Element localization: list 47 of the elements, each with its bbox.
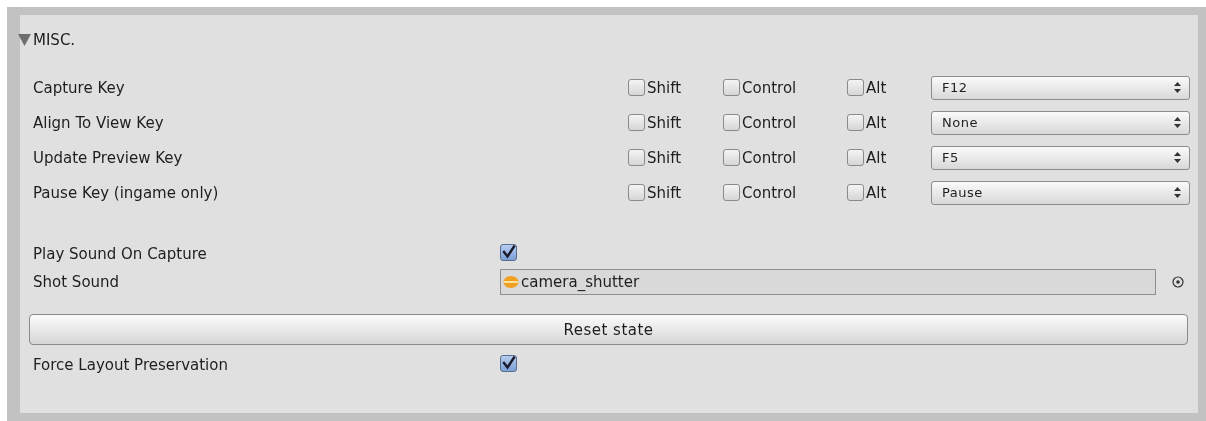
key-dropdown[interactable]: F5 (931, 145, 1190, 170)
checkbox-label: Shift (647, 78, 682, 97)
object-picker-icon[interactable] (1172, 276, 1184, 288)
checkbox[interactable] (628, 79, 645, 96)
checkbox[interactable] (847, 149, 864, 166)
key-dropdown[interactable]: F12 (931, 75, 1190, 100)
key-dropdown[interactable]: None (931, 110, 1190, 135)
checkbox-label: Alt (866, 148, 887, 167)
checkbox[interactable] (628, 184, 645, 201)
checkbox-label: Control (742, 183, 797, 202)
checkbox[interactable] (500, 244, 517, 261)
checkbox-label: Alt (866, 183, 887, 202)
field-label: Align To View Key (33, 113, 165, 132)
up-down-arrows-icon (1174, 152, 1181, 163)
checkbox[interactable] (723, 149, 740, 166)
checkbox[interactable] (723, 184, 740, 201)
checkbox-label: Shift (647, 183, 682, 202)
field-label: Pause Key (ingame only) (33, 183, 220, 202)
checkbox-label: Control (742, 78, 797, 97)
field-label: Shot Sound (33, 273, 121, 291)
up-down-arrows-icon (1174, 82, 1181, 93)
checkbox[interactable] (500, 355, 517, 372)
checkbox[interactable] (847, 79, 864, 96)
object-field[interactable]: camera_shutter (500, 269, 1156, 295)
up-down-arrows-icon (1174, 187, 1181, 198)
checkbox-label: Alt (866, 78, 887, 97)
checkbox-label: Control (742, 113, 797, 132)
field-label: Play Sound On Capture (33, 245, 208, 263)
key-dropdown[interactable]: Pause (931, 180, 1190, 205)
reset-button[interactable]: Reset state (29, 314, 1188, 345)
field-label: Capture Key (33, 78, 126, 97)
checkbox[interactable] (628, 149, 645, 166)
up-down-arrows-icon (1174, 117, 1181, 128)
checkbox[interactable] (628, 114, 645, 131)
checkbox-label: Shift (647, 113, 682, 132)
checkbox[interactable] (723, 79, 740, 96)
field-label: Force Layout Preservation (33, 356, 229, 374)
checkbox-label: Alt (866, 113, 887, 132)
section-title: MISC. (33, 31, 76, 49)
checkbox[interactable] (847, 114, 864, 131)
audio-clip-icon (503, 275, 519, 289)
checkbox[interactable] (847, 184, 864, 201)
foldout-triangle-icon[interactable] (18, 34, 31, 46)
checkbox-label: Shift (647, 148, 682, 167)
field-label: Update Preview Key (33, 148, 184, 167)
checkbox[interactable] (723, 114, 740, 131)
checkbox-label: Control (742, 148, 797, 167)
